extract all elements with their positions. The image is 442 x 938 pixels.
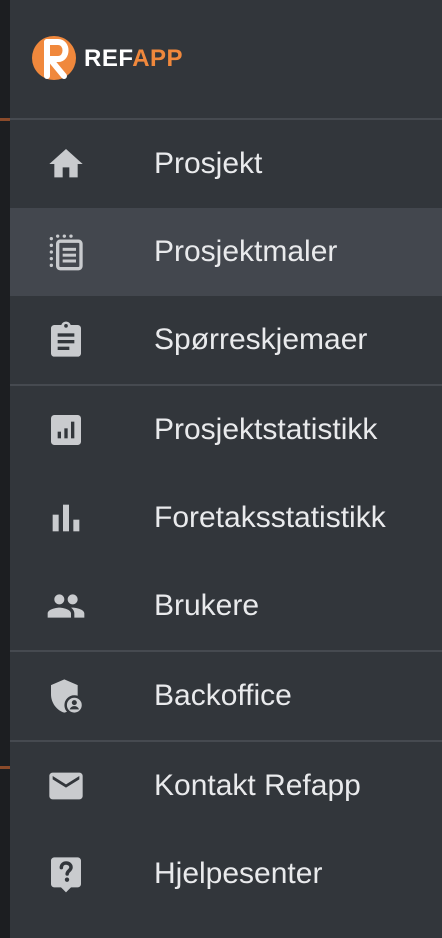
edge-accent xyxy=(0,766,10,769)
refapp-logo-icon xyxy=(32,36,76,80)
brand-name: REFAPP xyxy=(84,45,183,73)
sidebar-item-brukere[interactable]: Brukere xyxy=(10,562,442,650)
sidebar-item-label: Prosjektstatistikk xyxy=(154,413,378,446)
sidebar-item-label: Backoffice xyxy=(154,679,292,712)
sidebar-item-hjelpesenter[interactable]: Hjelpesenter xyxy=(10,830,442,918)
help-icon xyxy=(44,852,88,896)
bar-chart-icon xyxy=(44,496,88,540)
sidebar-nav: REFAPP Prosjekt Prosjektmaler Spørreskje… xyxy=(10,0,442,938)
edge-accent xyxy=(0,118,10,121)
sidebar-item-sporreskjemaer[interactable]: Spørreskjemaer xyxy=(10,296,442,384)
template-list-icon xyxy=(44,230,88,274)
brand-logo[interactable]: REFAPP xyxy=(30,30,183,86)
sidebar-item-backoffice[interactable]: Backoffice xyxy=(10,652,442,740)
sidebar-item-prosjektmaler[interactable]: Prosjektmaler xyxy=(10,208,442,296)
sidebar-item-label: Brukere xyxy=(154,589,260,622)
brand-name-app: APP xyxy=(132,45,184,72)
sidebar-item-foretaksstatistikk[interactable]: Foretaksstatistikk xyxy=(10,474,442,562)
sidebar-item-label: Hjelpesenter xyxy=(154,857,323,890)
sidebar-item-label: Foretaksstatistikk xyxy=(154,501,386,534)
sidebar-item-kontakt-refapp[interactable]: Kontakt Refapp xyxy=(10,742,442,830)
admin-shield-icon xyxy=(44,674,88,718)
sidebar-item-label: Prosjektmaler xyxy=(154,235,338,268)
sidebar-item-prosjektstatistikk[interactable]: Prosjektstatistikk xyxy=(10,386,442,474)
clipboard-icon xyxy=(44,318,88,362)
brand-name-ref: REF xyxy=(84,45,133,72)
sidebar-item-label: Spørreskjemaer xyxy=(154,323,368,356)
home-icon xyxy=(44,142,88,186)
background-edge xyxy=(0,0,10,938)
people-icon xyxy=(44,584,88,628)
mail-icon xyxy=(44,764,88,808)
sidebar-item-label: Prosjekt xyxy=(154,147,263,180)
analytics-icon xyxy=(44,408,88,452)
sidebar-item-prosjekt[interactable]: Prosjekt xyxy=(10,120,442,208)
sidebar-item-label: Kontakt Refapp xyxy=(154,769,361,802)
